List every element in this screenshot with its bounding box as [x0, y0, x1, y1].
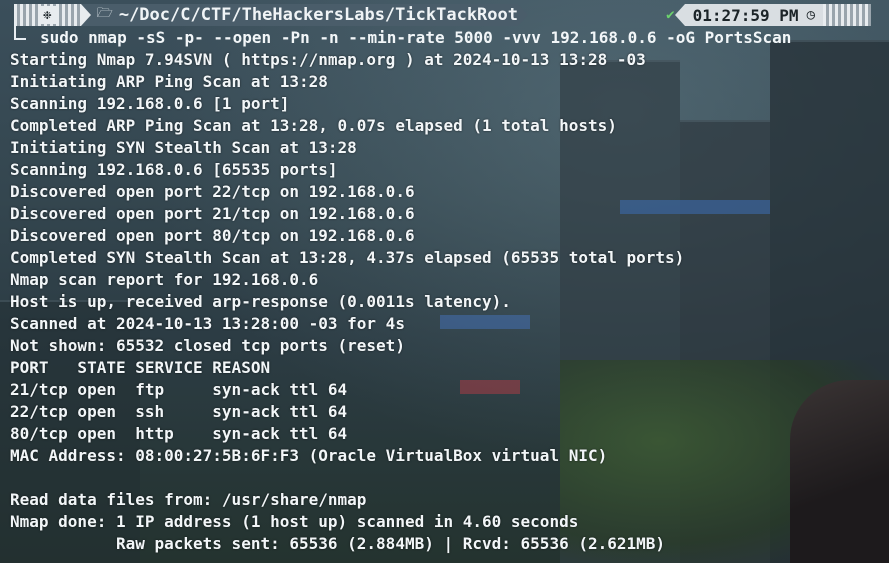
output-line: Scanning 192.168.0.6 [65535 ports]	[10, 160, 338, 179]
output-line: Starting Nmap 7.94SVN ( https://nmap.org…	[10, 50, 646, 69]
linux-penguin-icon: ❉	[39, 6, 56, 24]
segment-decoration	[823, 4, 871, 26]
output-line: Nmap done: 1 IP address (1 host up) scan…	[10, 512, 579, 531]
command-output: Starting Nmap 7.94SVN ( https://nmap.org…	[10, 49, 684, 555]
output-line: Scanning 192.168.0.6 [1 port]	[10, 94, 290, 113]
output-line: PORT STATE SERVICE REASON	[10, 358, 271, 377]
background-building	[680, 120, 770, 563]
output-line: Not shown: 65532 closed tcp ports (reset…	[10, 336, 405, 355]
output-line: Completed SYN Stealth Scan at 13:28, 4.3…	[10, 248, 685, 267]
output-line: 21/tcp open ftp syn-ack ttl 64	[10, 380, 348, 399]
clock-time: 01:27:59 PM	[692, 5, 799, 25]
output-line: Completed ARP Ping Scan at 13:28, 0.07s …	[10, 116, 617, 135]
command-line[interactable]: sudo nmap -sS -p- --open -Pn -n --min-ra…	[40, 27, 791, 49]
output-line: MAC Address: 08:00:27:5B:6F:F3 (Oracle V…	[10, 446, 608, 465]
status-segment: ✔ 01:27:59 PM ◷	[666, 4, 871, 26]
segment-separator	[518, 4, 528, 26]
folder-icon: 🗁	[96, 6, 113, 21]
clock-segment: 01:27:59 PM ◷	[674, 4, 823, 26]
output-line: Initiating ARP Ping Scan at 13:28	[10, 72, 328, 91]
output-line: Initiating SYN Stealth Scan at 13:28	[10, 138, 357, 157]
segment-separator	[80, 4, 91, 26]
current-path: ~/Doc/C/CTF/TheHackersLabs/TickTackRoot	[118, 5, 518, 25]
output-line: 22/tcp open ssh syn-ack ttl 64	[10, 402, 348, 421]
prompt-corner-glyph	[14, 22, 26, 40]
clock-icon: ◷	[806, 7, 815, 23]
terminal-window[interactable]: ❉ 🗁 ~/Doc/C/CTF/TheHackersLabs/TickTackR…	[0, 0, 889, 563]
output-line: Read data files from: /usr/share/nmap	[10, 490, 367, 509]
output-line: Scanned at 2024-10-13 13:28:00 -03 for 4…	[10, 314, 405, 333]
output-line: Raw packets sent: 65536 (2.884MB) | Rcvd…	[10, 534, 666, 553]
output-line: Discovered open port 80/tcp on 192.168.0…	[10, 226, 415, 245]
prompt-status-bar: ❉ 🗁 ~/Doc/C/CTF/TheHackersLabs/TickTackR…	[0, 0, 889, 30]
output-line: 80/tcp open http syn-ack ttl 64	[10, 424, 348, 443]
output-line: Discovered open port 21/tcp on 192.168.0…	[10, 204, 415, 223]
background-figure	[790, 380, 889, 563]
output-line: Nmap scan report for 192.168.0.6	[10, 270, 319, 289]
output-line: Discovered open port 22/tcp on 192.168.0…	[10, 182, 415, 201]
path-segment: ❉ 🗁 ~/Doc/C/CTF/TheHackersLabs/TickTackR…	[14, 4, 528, 26]
check-icon: ✔	[666, 7, 675, 23]
output-line: Host is up, received arp-response (0.001…	[10, 292, 511, 311]
background-building	[770, 40, 889, 563]
